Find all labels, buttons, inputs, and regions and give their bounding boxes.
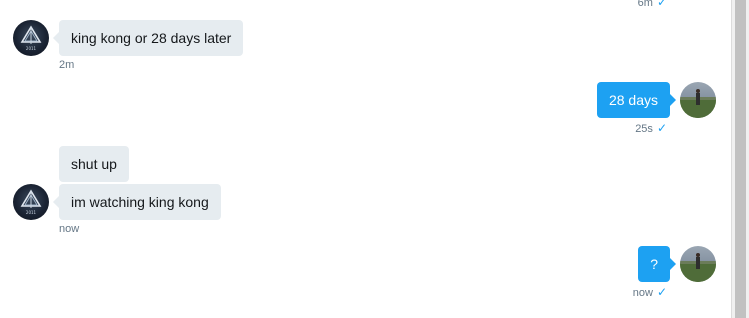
timestamp-text: now [632,287,653,299]
message-timestamp: now [59,223,79,235]
dm-conversation-panel: 6m ✓ 2011 king kong or 28 days later 2m 2… [0,0,749,318]
scrollbar[interactable] [731,0,749,318]
message-timestamp: 25s ✓ [635,121,667,135]
read-check-icon: ✓ [656,121,667,135]
scrollbar-thumb[interactable] [735,0,746,318]
timestamp-text: 6m [637,0,653,9]
self-avatar[interactable] [680,82,716,118]
message-timestamp: 6m ✓ [638,0,667,9]
avatar-logo-label: 2011 [26,210,37,215]
timestamp-text: 25s [635,123,653,135]
timestamp-text: 2m [59,59,75,71]
message-text: ? [650,256,658,272]
timestamp-text: now [59,223,80,235]
message-text: 28 days [608,92,658,108]
message-bubble-incoming[interactable]: im watching king kong [53,184,221,220]
message-bubble-incoming[interactable]: shut up [59,146,129,182]
avatar-logo-label: 2011 [26,46,37,51]
logo-avatar-icon: 2011 [20,25,42,51]
message-text: shut up [71,156,117,172]
read-check-icon: ✓ [656,0,667,9]
message-timestamp: now ✓ [633,285,667,299]
photo-avatar-icon [680,253,716,282]
read-check-icon: ✓ [656,285,667,299]
message-list[interactable]: 6m ✓ 2011 king kong or 28 days later 2m 2… [0,0,731,318]
self-avatar[interactable] [680,246,716,282]
logo-avatar-icon: 2011 [20,189,42,215]
message-bubble-outgoing[interactable]: ? [638,246,676,282]
message-text: im watching king kong [71,194,209,210]
sender-avatar[interactable]: 2011 [13,20,49,56]
sender-avatar[interactable]: 2011 [13,184,49,220]
message-bubble-outgoing[interactable]: 28 days [596,82,677,118]
message-timestamp: 2m [59,59,74,71]
message-text: king kong or 28 days later [71,30,232,46]
photo-avatar-icon [680,89,716,118]
message-bubble-incoming[interactable]: king kong or 28 days later [52,20,244,56]
